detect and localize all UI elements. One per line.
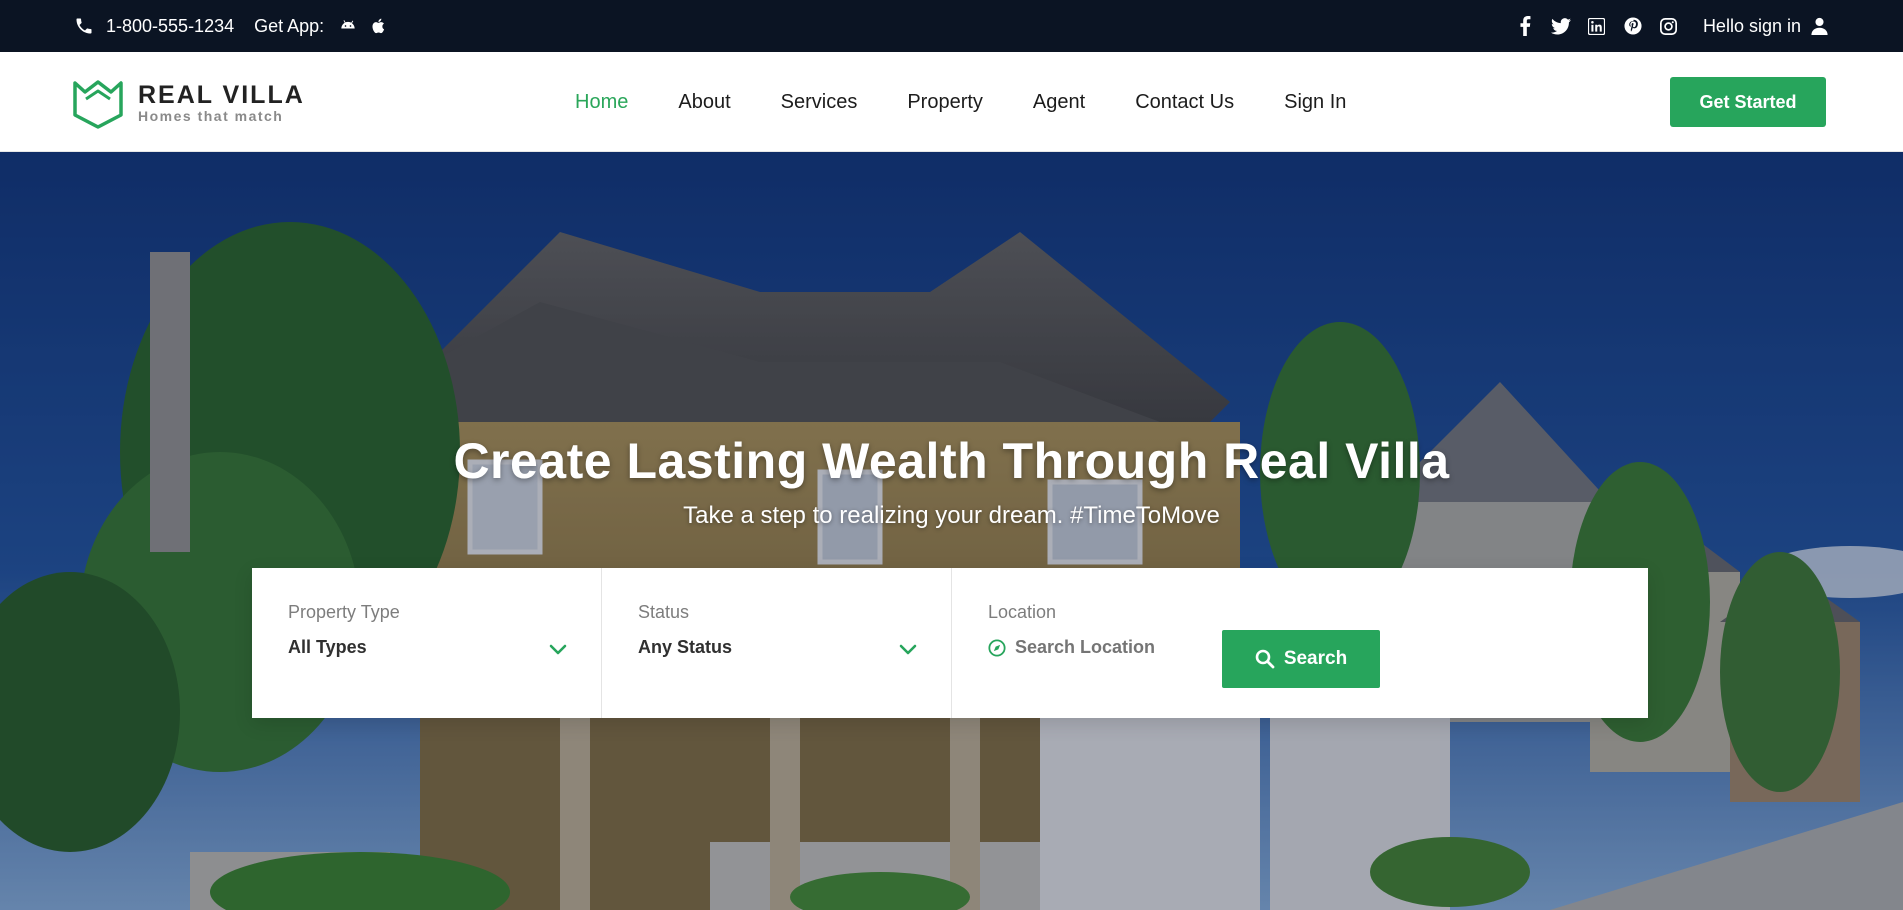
brand-name: REAL VILLA [138,81,305,109]
top-bar-left: 1-800-555-1234 Get App: [74,16,402,37]
nav-contact-us[interactable]: Contact Us [1135,91,1234,114]
nav-about[interactable]: About [678,91,730,114]
location-search-input[interactable] [1015,637,1195,658]
social-links [1499,16,1679,36]
search-icon [1255,649,1275,669]
search-button-label: Search [1283,648,1348,669]
logo-mark-icon [73,80,123,129]
logo[interactable]: REAL VILLA Homes that match [72,77,305,129]
property-type-value: All Types [288,637,367,657]
search-panel: Property Type All Types Status Any Statu… [252,568,1648,718]
nav-property[interactable]: Property [907,91,983,114]
hero-overlay [0,152,1903,910]
chevron-down-icon [899,644,917,655]
get-app-label: Get App: [254,15,325,36]
main-navbar: REAL VILLA Homes that match Home About S… [0,52,1903,152]
status-value: Any Status [638,637,733,657]
property-type-select[interactable]: Property Type All Types [252,568,602,718]
location-label: Location [988,602,1057,622]
get-started-button[interactable]: Get Started [1670,77,1826,127]
top-bar-right: Hello sign in [1499,16,1829,37]
nav-sign-in[interactable]: Sign In [1284,91,1346,114]
user-icon [1811,17,1829,35]
facebook-icon[interactable] [1515,16,1535,36]
compass-icon [988,638,1006,657]
logo-text: REAL VILLA Homes that match [138,82,305,124]
chevron-down-icon [549,644,567,655]
hero-title: Create Lasting Wealth Through Real Villa [453,433,1450,489]
twitter-icon[interactable] [1550,16,1571,36]
status-label: Status [638,602,690,622]
nav-services[interactable]: Services [781,91,858,114]
linkedin-icon[interactable] [1587,16,1607,36]
page: 1-800-555-1234 Get App: Hello sign in RE… [0,0,1903,910]
search-button[interactable]: Search [1222,630,1380,688]
hero-subtitle: Take a step to realizing your dream. #Ti… [683,502,1220,529]
hero-section: Create Lasting Wealth Through Real Villa… [0,152,1903,910]
primary-nav: Home About Services Property Agent Conta… [575,52,1396,152]
sign-in-label: Hello sign in [1702,15,1801,36]
phone-number[interactable]: 1-800-555-1234 [106,16,234,37]
instagram-icon[interactable] [1659,16,1679,36]
pinterest-icon[interactable] [1623,16,1643,36]
top-bar: 1-800-555-1234 Get App: Hello sign in [0,0,1903,52]
brand-tagline: Homes that match [138,108,284,124]
status-select[interactable]: Status Any Status [602,568,952,718]
apple-icon[interactable] [370,16,390,36]
property-type-label: Property Type [288,602,400,622]
sign-in-link[interactable]: Hello sign in [1703,16,1829,37]
android-icon[interactable] [338,16,358,36]
nav-home[interactable]: Home [575,91,628,114]
phone-icon [74,16,94,36]
nav-agent[interactable]: Agent [1033,91,1085,114]
